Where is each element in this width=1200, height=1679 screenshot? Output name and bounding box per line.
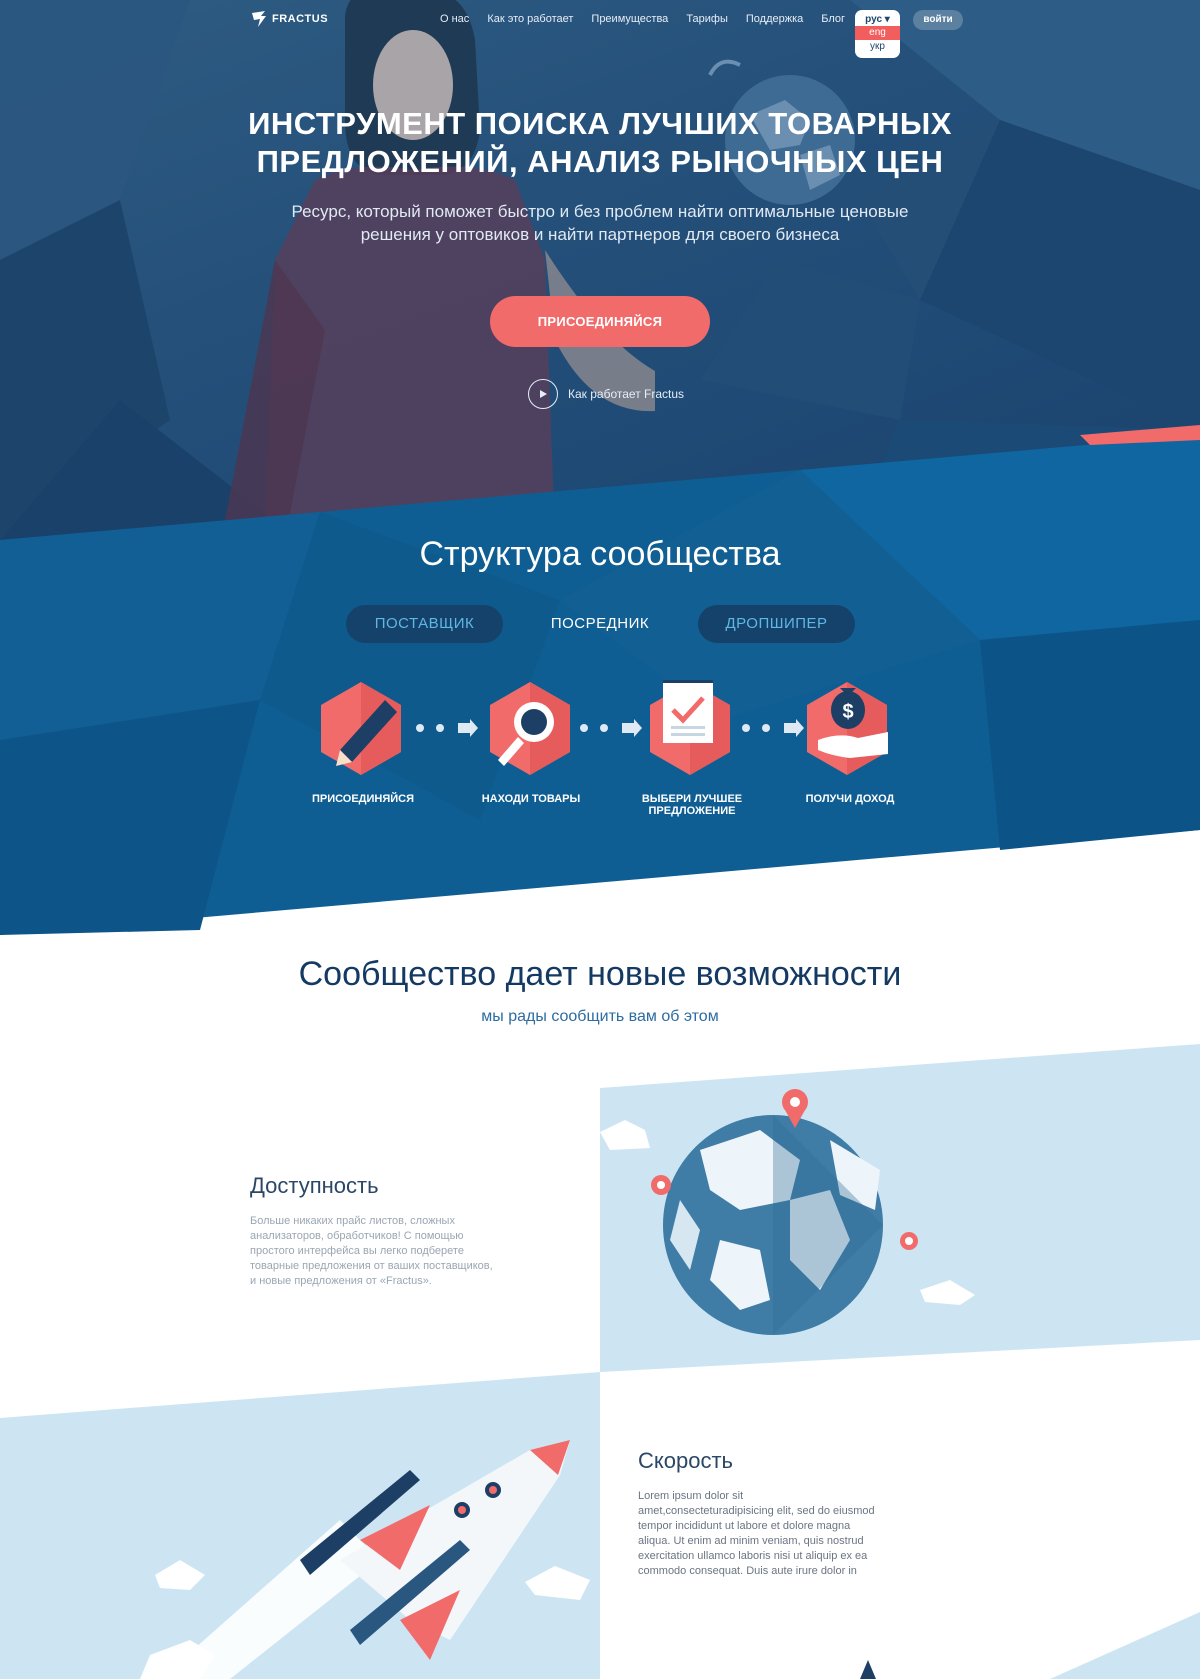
checklist-icon <box>650 680 730 775</box>
pencil-icon <box>321 682 401 775</box>
step-connector-2 <box>580 719 642 737</box>
role-tabs: ПОСТАВЩИК ПОСРЕДНИК ДРОПШИПЕР <box>0 605 1200 643</box>
step-connector-1 <box>416 719 478 737</box>
tab-supplier[interactable]: ПОСТАВЩИК <box>346 605 503 643</box>
community-title: Сообщество дает новые возможности <box>298 955 902 993</box>
step-label-join: ПРИСОЕДИНЯЙСЯ <box>311 793 415 805</box>
feature-title-speed: Скорость <box>638 1448 734 1473</box>
feature-text-line: amet,consecteturadipisicing elit, sed do… <box>638 1505 875 1517</box>
mountain-icon <box>860 1660 876 1679</box>
features-background <box>0 1044 1200 1679</box>
feature-text-line: Больше никаких прайс листов, сложных <box>250 1215 455 1227</box>
globe-illustration <box>663 1115 883 1335</box>
feature-text-line: tempor incididunt ut labore et dolore ma… <box>638 1520 851 1532</box>
feature-text-line: exercitation ullamco laboris nisi ut ali… <box>638 1550 868 1562</box>
feature-text-speed: Lorem ipsum dolor sit amet,consecteturad… <box>638 1489 875 1579</box>
feature-text-line: Lorem ipsum dolor sit <box>638 1490 744 1502</box>
community-subtitle: мы рады сообщить вам об этом <box>481 1008 719 1025</box>
feature-text-line: и новые предложения от «Fractus». <box>250 1275 432 1287</box>
svg-text:$: $ <box>842 701 853 723</box>
tab-intermediary[interactable]: ПОСРЕДНИК <box>520 605 680 643</box>
structure-title: Структура сообщества <box>419 535 781 573</box>
steps-row: $ ПРИСОЕДИНЯЙСЯ НАХОДИ ТОВАРЫ ВЫБЕРИ ЛУЧ… <box>0 680 1200 820</box>
feature-text-line: aliqua. Ut enim ad minim veniam, quis no… <box>638 1535 864 1547</box>
feature-text-line: commodo consequat. Duis aute irure dolor… <box>638 1565 857 1577</box>
feature-text-accessibility: Больше никаких прайс листов, сложных ана… <box>250 1214 493 1289</box>
steps-graphics: $ <box>321 680 888 775</box>
feature-text-line: товарные предложения от ваших поставщико… <box>250 1260 493 1272</box>
magnifier-icon <box>490 682 570 775</box>
tab-dropshipper[interactable]: ДРОПШИПЕР <box>698 605 855 643</box>
money-bag-icon: $ <box>807 682 888 775</box>
feature-title-accessibility: Доступность <box>250 1173 379 1198</box>
step-connector-3 <box>742 719 804 737</box>
step-label-get-income: ПОЛУЧИ ДОХОД <box>805 793 895 805</box>
feature-text-line: анализаторов, обработчиков! С помощью <box>250 1230 464 1242</box>
feature-text-line: простого интерфейса вы легко подберете <box>250 1245 464 1257</box>
